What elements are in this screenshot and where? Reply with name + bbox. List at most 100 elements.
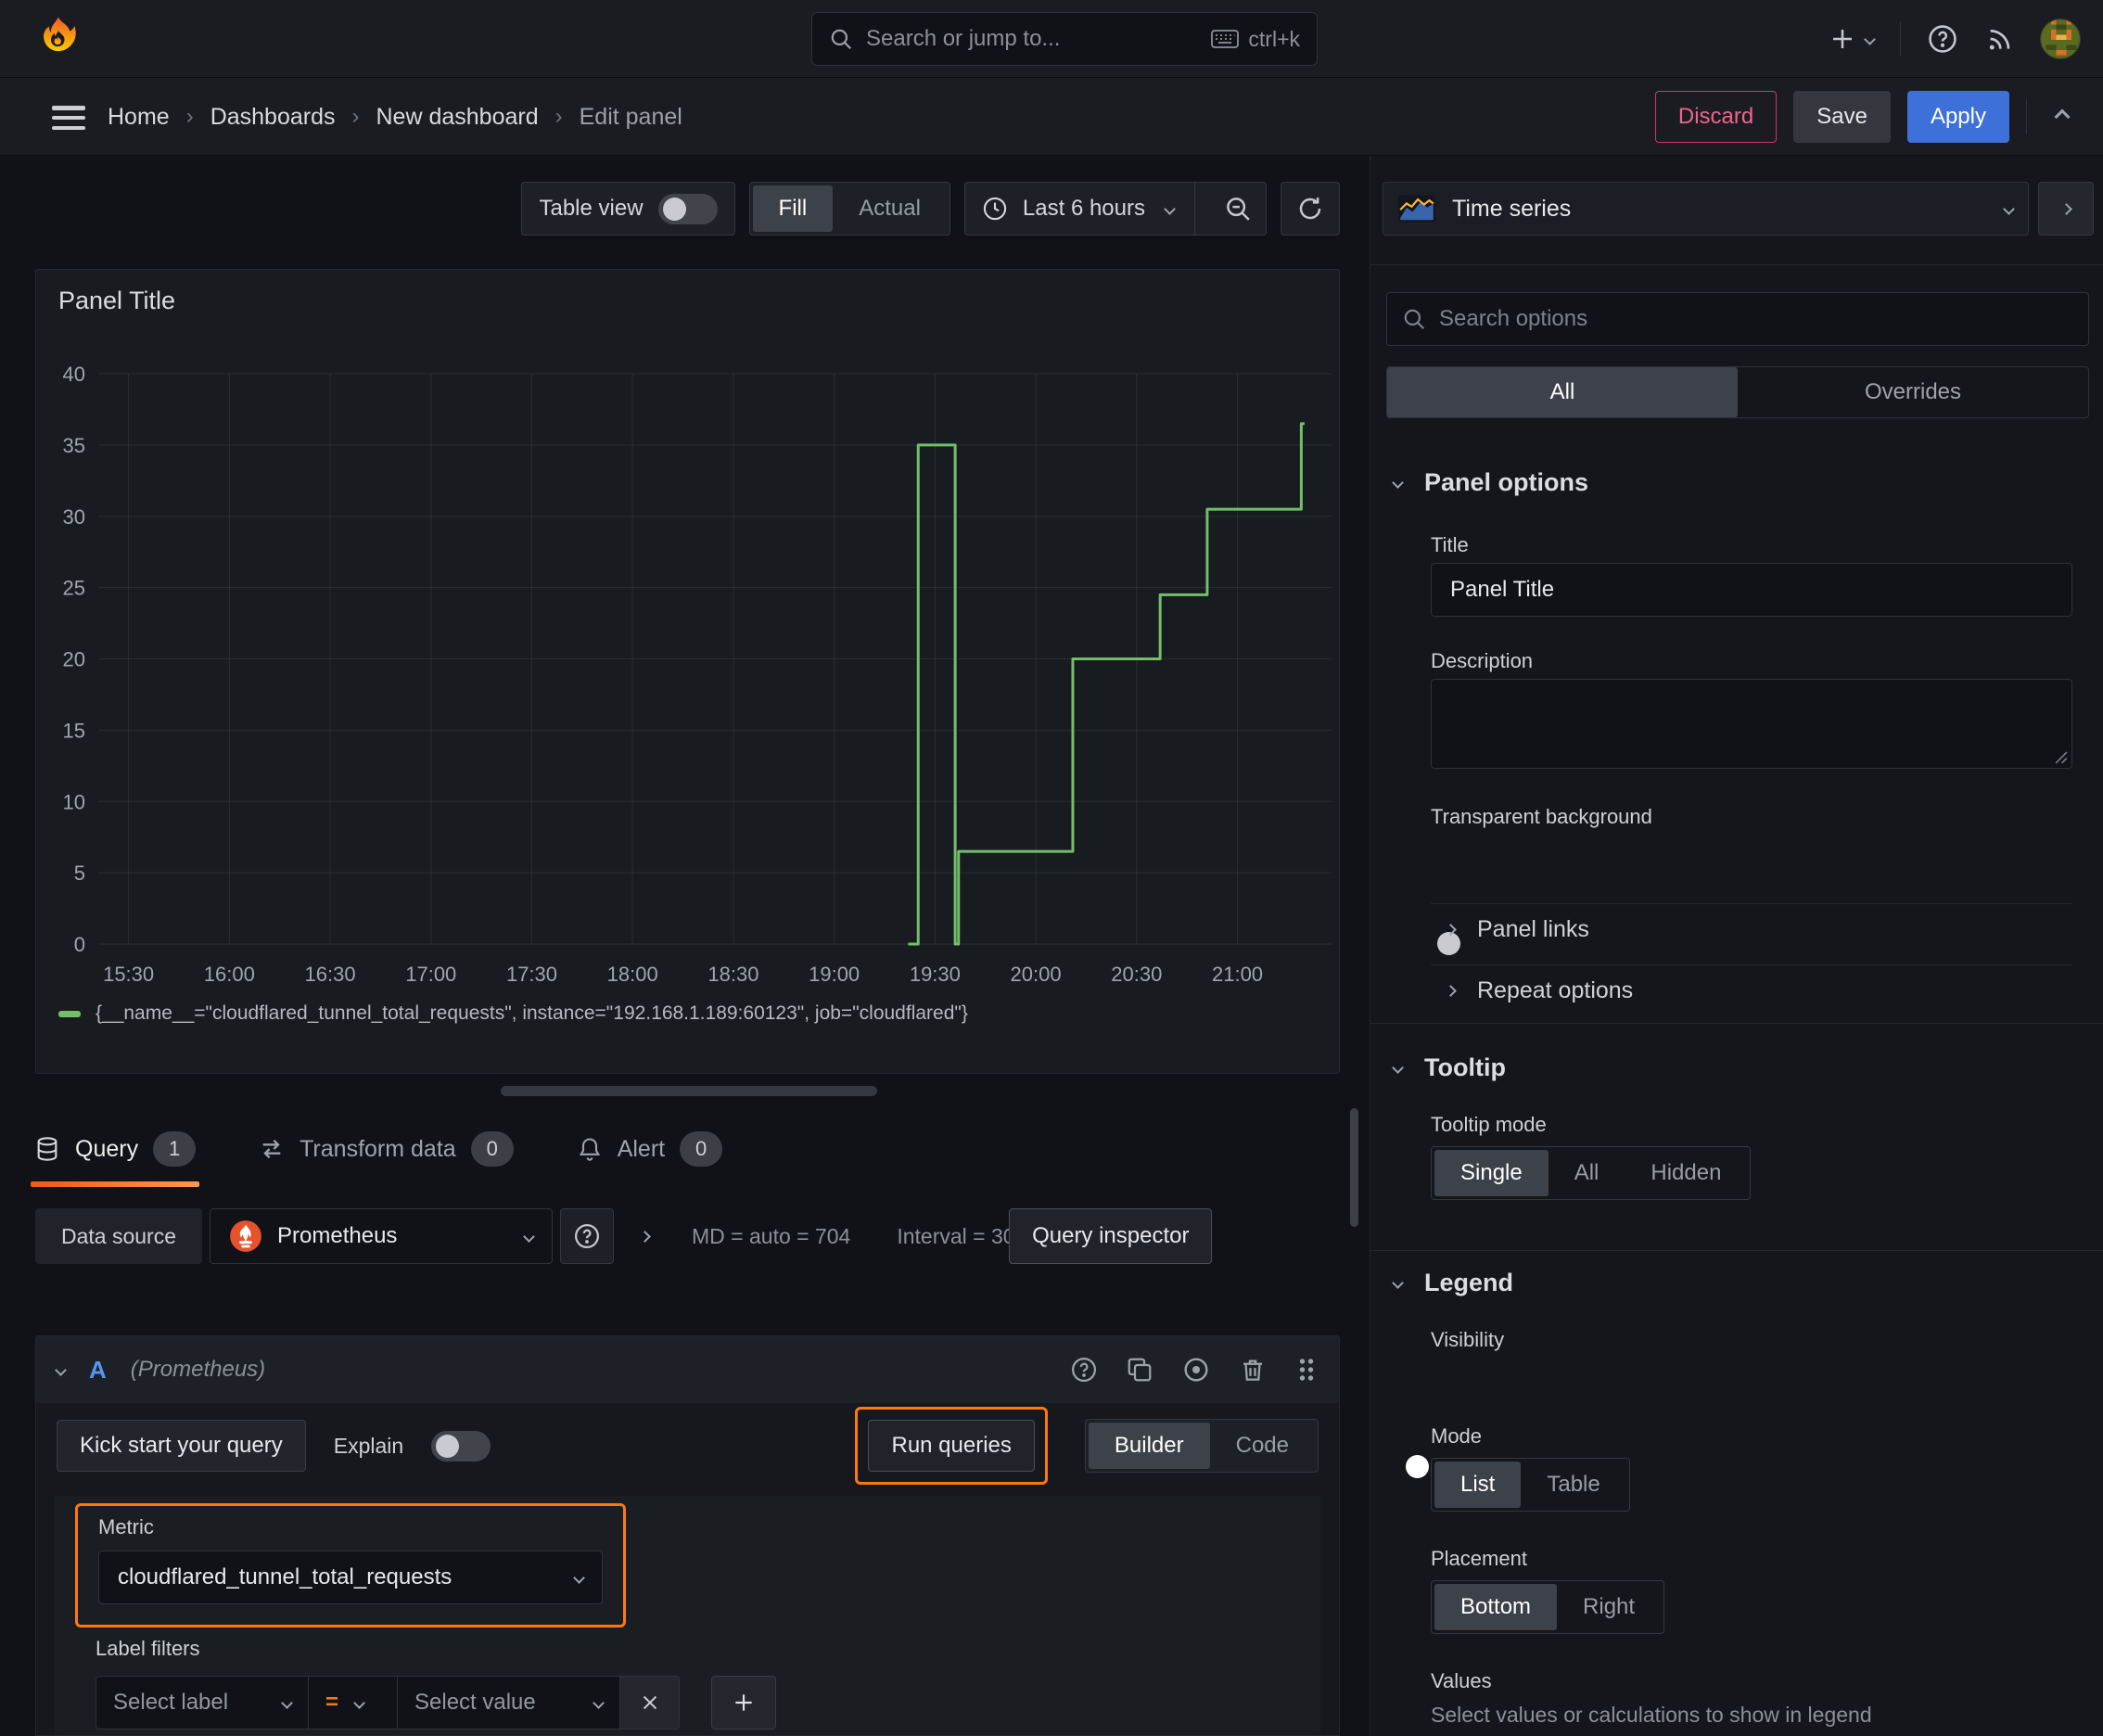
fill-option[interactable]: Fill xyxy=(752,185,834,232)
menu-toggle-icon[interactable] xyxy=(52,106,85,130)
delete-query-trash-icon[interactable] xyxy=(1239,1356,1267,1384)
time-series-chart[interactable]: 0 5 10 15 20 25 30 35 40 15:30 16:00 16:30 17:00 17:3… xyxy=(45,350,1334,999)
tab-transform-data[interactable]: Transform data 0 xyxy=(255,1118,517,1180)
breadcrumb-dashboards[interactable]: Dashboards xyxy=(210,104,336,131)
time-range-label[interactable]: Last 6 hours xyxy=(1023,196,1145,222)
query-ref-id[interactable]: A xyxy=(89,1356,107,1385)
table-view-control: Table view xyxy=(521,182,735,236)
search-input[interactable] xyxy=(866,26,1199,52)
remove-filter-button[interactable] xyxy=(620,1676,680,1730)
svg-text:15: 15 xyxy=(63,719,85,742)
fill-actual-segmented: Fill Actual xyxy=(748,182,950,236)
bell-icon xyxy=(577,1136,603,1162)
actual-option[interactable]: Actual xyxy=(833,185,947,232)
tooltip-mode-single[interactable]: Single xyxy=(1434,1150,1549,1196)
table-view-toggle[interactable] xyxy=(657,193,718,224)
query-datasource-hint: (Prometheus) xyxy=(130,1357,266,1382)
legend-mode-list[interactable]: List xyxy=(1434,1462,1522,1508)
tooltip-section-header[interactable]: Tooltip xyxy=(1392,1053,1506,1082)
tab-alert[interactable]: Alert 0 xyxy=(573,1118,726,1180)
grafana-logo-icon[interactable] xyxy=(37,13,80,61)
pane-resize-handle[interactable] xyxy=(501,1086,877,1096)
metric-select[interactable]: cloudflared_tunnel_total_requests xyxy=(98,1551,603,1604)
toggle-visibility-eye-icon[interactable] xyxy=(1181,1355,1211,1385)
keyboard-icon xyxy=(1211,29,1240,49)
tooltip-mode-hidden[interactable]: Hidden xyxy=(1625,1150,1747,1196)
panel-title-input[interactable] xyxy=(1431,563,2072,617)
expand-stats-icon[interactable] xyxy=(621,1208,668,1264)
title-label: Title xyxy=(1431,533,1469,556)
legend-section-header[interactable]: Legend xyxy=(1392,1269,1513,1297)
panel-title[interactable]: Panel Title xyxy=(58,287,175,315)
operator-dropdown[interactable]: = xyxy=(309,1676,398,1730)
datasource-help-button[interactable] xyxy=(560,1208,615,1264)
metric-label: Metric xyxy=(98,1515,154,1538)
global-search[interactable]: ctrl+k xyxy=(811,12,1318,66)
database-icon xyxy=(34,1136,60,1162)
options-search-input[interactable] xyxy=(1439,306,2073,332)
topbar-divider xyxy=(1900,21,1901,57)
svg-text:15:30: 15:30 xyxy=(103,963,154,986)
query-row-header[interactable]: A (Prometheus) xyxy=(36,1336,1339,1403)
svg-text:17:00: 17:00 xyxy=(405,963,456,986)
breadcrumb-home[interactable]: Home xyxy=(108,104,170,131)
svg-text:35: 35 xyxy=(63,434,85,457)
prometheus-icon xyxy=(229,1219,262,1253)
discard-button[interactable]: Discard xyxy=(1654,91,1778,143)
svg-text:18:30: 18:30 xyxy=(707,963,758,986)
tab-query[interactable]: Query 1 xyxy=(31,1118,200,1187)
legend-placement-bottom[interactable]: Bottom xyxy=(1434,1584,1558,1630)
user-avatar[interactable] xyxy=(2040,19,2081,59)
repeat-options-section-header[interactable]: Repeat options xyxy=(1445,977,1633,1004)
chevron-right-icon xyxy=(1445,924,1457,936)
legend-item[interactable]: {__name__="cloudflared_tunnel_total_requ… xyxy=(58,1002,968,1025)
select-value-dropdown[interactable]: Select value xyxy=(398,1676,620,1730)
clock-icon xyxy=(982,196,1008,222)
tab-overrides[interactable]: Overrides xyxy=(1738,367,2088,417)
run-queries-button[interactable]: Run queries xyxy=(868,1420,1035,1472)
kick-start-query-button[interactable]: Kick start your query xyxy=(57,1420,306,1472)
apply-button[interactable]: Apply xyxy=(1906,91,2009,143)
drag-handle-icon[interactable] xyxy=(1294,1356,1319,1384)
toggle-viz-picker-button[interactable] xyxy=(2038,182,2094,236)
collapse-options-pane-icon[interactable] xyxy=(2044,108,2081,125)
query-inspector-button[interactable]: Query inspector xyxy=(1009,1208,1213,1264)
svg-text:20:00: 20:00 xyxy=(1011,963,1062,986)
explain-toggle[interactable] xyxy=(431,1430,491,1462)
refresh-button[interactable] xyxy=(1281,182,1340,236)
query-help-icon[interactable] xyxy=(1070,1356,1098,1384)
legend-mode-table[interactable]: Table xyxy=(1521,1462,1625,1508)
help-icon[interactable] xyxy=(1927,23,1958,55)
options-search[interactable] xyxy=(1386,292,2089,346)
breadcrumb-bar: Home › Dashboards › New dashboard › Edit… xyxy=(0,78,2103,156)
panel-links-section-header[interactable]: Panel links xyxy=(1445,916,1589,943)
zoom-out-time-icon[interactable] xyxy=(1210,182,1266,236)
duplicate-query-icon[interactable] xyxy=(1126,1356,1153,1384)
datasource-picker[interactable]: Prometheus xyxy=(210,1208,554,1264)
tooltip-mode-all[interactable]: All xyxy=(1549,1150,1625,1196)
time-range-caret-icon[interactable] xyxy=(1164,202,1176,215)
label-filters: Label filters Select label = Select valu… xyxy=(96,1637,776,1730)
query-options-toolbar: Kick start your query Explain Run querie… xyxy=(36,1403,1339,1488)
news-rss-icon[interactable] xyxy=(1984,24,2014,54)
select-label-dropdown[interactable]: Select label xyxy=(96,1676,309,1730)
breadcrumb-edit-panel: Edit panel xyxy=(579,103,682,130)
builder-option[interactable]: Builder xyxy=(1088,1423,1210,1469)
legend-placement-label: Placement xyxy=(1431,1547,1527,1570)
code-option[interactable]: Code xyxy=(1210,1423,1315,1469)
chevron-right-icon xyxy=(1445,985,1457,997)
breadcrumb-new-dashboard[interactable]: New dashboard xyxy=(376,104,539,131)
panel-options-section-header[interactable]: Panel options xyxy=(1392,468,1588,497)
add-filter-button[interactable] xyxy=(711,1676,776,1730)
legend-placement-right[interactable]: Right xyxy=(1557,1584,1661,1630)
query-collapse-icon[interactable] xyxy=(55,1363,67,1376)
tab-all[interactable]: All xyxy=(1387,367,1738,417)
add-new-button[interactable] xyxy=(1829,25,1876,53)
legend-series-label[interactable]: {__name__="cloudflared_tunnel_total_requ… xyxy=(96,1002,968,1025)
grafana-edit-panel-page: ctrl+k xyxy=(0,0,2103,1736)
description-textarea[interactable] xyxy=(1431,679,2072,769)
save-button[interactable]: Save xyxy=(1793,91,1891,143)
visualization-select[interactable]: Time series xyxy=(1383,182,2029,236)
table-view-label: Table view xyxy=(539,196,644,221)
vertical-scrollbar[interactable] xyxy=(1350,1108,1358,1227)
